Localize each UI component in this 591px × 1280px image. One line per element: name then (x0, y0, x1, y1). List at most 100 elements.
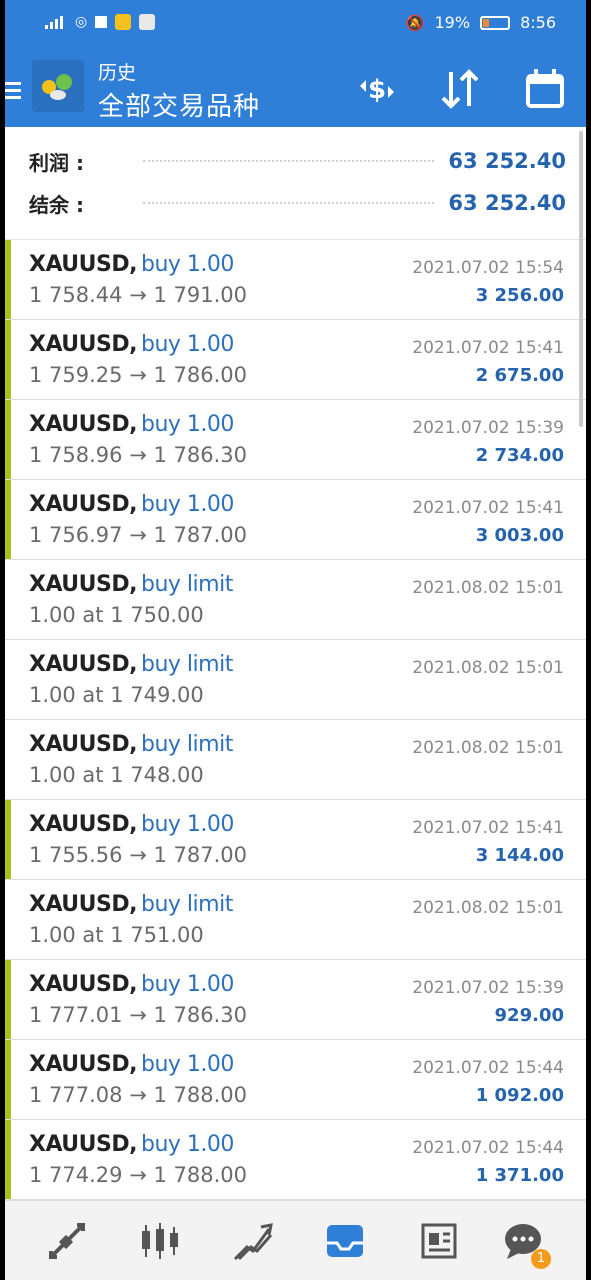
trade-icon[interactable] (229, 1217, 277, 1265)
header-subtitle: 历史 (98, 62, 137, 84)
trade-time: 2021.08.02 15:01 (412, 738, 564, 758)
trade-symbol: XAUUSD, buy 1.00 (29, 972, 234, 997)
trade-time: 2021.08.02 15:01 (412, 578, 564, 598)
trade-symbol: XAUUSD, buy 1.00 (29, 492, 234, 517)
trade-prices: 1 758.96 → 1 786.30 (29, 443, 247, 467)
trade-symbol: XAUUSD, buy limit (29, 572, 233, 597)
trade-prices: 1 756.97 → 1 787.00 (29, 523, 247, 547)
symbol-text: XAUUSD, (29, 1052, 138, 1077)
trade-row[interactable]: XAUUSD, buy 1.00 1 758.96 → 1 786.30 2021.0… (5, 400, 586, 480)
profit-row: 利润 : 63 252.40 (29, 141, 566, 181)
trade-prices: 1.00 at 1 750.00 (29, 603, 204, 627)
trade-row[interactable]: XAUUSD, buy 1.00 1 755.56 → 1 787.00 2021.0… (5, 800, 586, 880)
header-title[interactable]: 全部交易品种 (98, 86, 260, 123)
trade-symbol: XAUUSD, buy 1.00 (29, 1132, 234, 1157)
history-list: XAUUSD, buy 1.00 1 758.44 → 1 791.00 2021.0… (5, 240, 586, 1200)
trade-row[interactable]: XAUUSD, buy 1.00 1 756.97 → 1 787.00 2021.0… (5, 480, 586, 560)
calendar-icon[interactable] (520, 64, 570, 114)
trade-time: 2021.07.02 15:41 (412, 498, 564, 518)
trade-prices: 1.00 at 1 751.00 (29, 923, 204, 947)
trade-time: 2021.07.02 15:44 (412, 1138, 564, 1158)
symbol-text: XAUUSD, (29, 332, 138, 357)
scrollbar[interactable] (579, 131, 583, 427)
chat-badge: 1 (531, 1249, 551, 1269)
trade-type: buy 1.00 (141, 1132, 234, 1157)
app-logo-icon[interactable] (32, 60, 84, 112)
symbol-text: XAUUSD, (29, 972, 138, 997)
profit-value: 63 252.40 (448, 149, 566, 173)
summary-panel: 利润 : 63 252.40 结余 : 63 252.40 (5, 127, 586, 241)
trade-symbol: XAUUSD, buy limit (29, 652, 233, 677)
trade-prices: 1.00 at 1 748.00 (29, 763, 204, 787)
quotes-icon[interactable] (43, 1217, 91, 1265)
trade-type: buy 1.00 (141, 972, 234, 997)
status-bar: ◎ 🔕 19% 8:56 (5, 0, 586, 48)
trade-type: buy limit (141, 652, 233, 677)
trade-time: 2021.08.02 15:01 (412, 898, 564, 918)
trade-row[interactable]: XAUUSD, buy 1.00 1 777.01 → 1 786.30 2021.0… (5, 960, 586, 1040)
trade-profit: 929.00 (494, 1005, 564, 1026)
dotted-leader (143, 160, 435, 162)
trade-type: buy limit (141, 572, 233, 597)
trade-time: 2021.07.02 15:41 (412, 338, 564, 358)
trade-row[interactable]: XAUUSD, buy limit 1.00 at 1 749.00 2021.08.… (5, 640, 586, 720)
trade-prices: 1 777.01 → 1 786.30 (29, 1003, 247, 1027)
dotted-leader (143, 202, 435, 204)
svg-text:$: $ (368, 75, 386, 105)
chart-icon[interactable] (136, 1217, 184, 1265)
signal-icon (45, 15, 67, 29)
trade-row[interactable]: XAUUSD, buy 1.00 1 774.29 → 1 788.00 2021.0… (5, 1120, 586, 1200)
chat-icon[interactable]: 1 (501, 1217, 551, 1269)
trade-type: buy 1.00 (141, 1052, 234, 1077)
trade-type: buy 1.00 (141, 252, 234, 277)
trade-row[interactable]: XAUUSD, buy 1.00 1 758.44 → 1 791.00 2021.0… (5, 240, 586, 320)
balance-value: 63 252.40 (448, 191, 566, 215)
battery-percent: 19% (434, 13, 471, 32)
trade-symbol: XAUUSD, buy 1.00 (29, 812, 234, 837)
trade-prices: 1 755.56 → 1 787.00 (29, 843, 247, 867)
trade-profit: 2 675.00 (475, 365, 564, 386)
symbol-text: XAUUSD, (29, 492, 138, 517)
trade-prices: 1 777.08 → 1 788.00 (29, 1083, 247, 1107)
symbol-text: XAUUSD, (29, 812, 138, 837)
trade-time: 2021.07.02 15:39 (412, 978, 564, 998)
trade-type: buy 1.00 (141, 332, 234, 357)
trade-row[interactable]: XAUUSD, buy limit 1.00 at 1 750.00 2021.08.… (5, 560, 586, 640)
trade-prices: 1 774.29 → 1 788.00 (29, 1163, 247, 1187)
trade-type: buy 1.00 (141, 412, 234, 437)
trade-row[interactable]: XAUUSD, buy limit 1.00 at 1 748.00 2021.08.… (5, 720, 586, 800)
trade-row[interactable]: XAUUSD, buy 1.00 1 777.08 → 1 788.00 2021.0… (5, 1040, 586, 1120)
header: 历史 全部交易品种 $ (5, 48, 586, 127)
trade-symbol: XAUUSD, buy 1.00 (29, 412, 234, 437)
symbol-text: XAUUSD, (29, 572, 138, 597)
trade-prices: 1.00 at 1 749.00 (29, 683, 204, 707)
currency-exchange-icon[interactable]: $ (352, 64, 402, 114)
trade-profit: 3 003.00 (475, 525, 564, 546)
trade-type: buy limit (141, 732, 233, 757)
battery-icon (480, 15, 511, 30)
menu-icon[interactable] (5, 82, 21, 99)
trade-time: 2021.08.02 15:01 (412, 658, 564, 678)
trade-symbol: XAUUSD, buy 1.00 (29, 332, 234, 357)
history-icon[interactable] (321, 1217, 369, 1265)
profit-label: 利润 : (29, 150, 84, 175)
app-notification-icon (115, 14, 132, 30)
trade-profit: 1 371.00 (475, 1165, 564, 1186)
trade-symbol: XAUUSD, buy 1.00 (29, 252, 234, 277)
trade-time: 2021.07.02 15:39 (412, 418, 564, 438)
trade-type: buy 1.00 (141, 812, 234, 837)
trade-row[interactable]: XAUUSD, buy 1.00 1 759.25 → 1 786.00 2021.0… (5, 320, 586, 400)
top-bar: ◎ 🔕 19% 8:56 历史 全部交易品种 $ (5, 0, 586, 127)
trade-profit: 3 256.00 (475, 285, 564, 306)
news-icon[interactable] (415, 1217, 463, 1265)
symbol-text: XAUUSD, (29, 252, 138, 277)
status-left-icons: ◎ (45, 14, 156, 30)
symbol-text: XAUUSD, (29, 412, 138, 437)
bottom-navigation: 1 (5, 1200, 586, 1280)
symbol-text: XAUUSD, (29, 732, 138, 757)
sort-icon[interactable] (435, 64, 485, 114)
trade-time: 2021.07.02 15:44 (412, 1058, 564, 1078)
mute-icon: 🔕 (405, 13, 425, 32)
wifi-icon: ◎ (75, 14, 88, 30)
trade-row[interactable]: XAUUSD, buy limit 1.00 at 1 751.00 2021.08.… (5, 880, 586, 960)
